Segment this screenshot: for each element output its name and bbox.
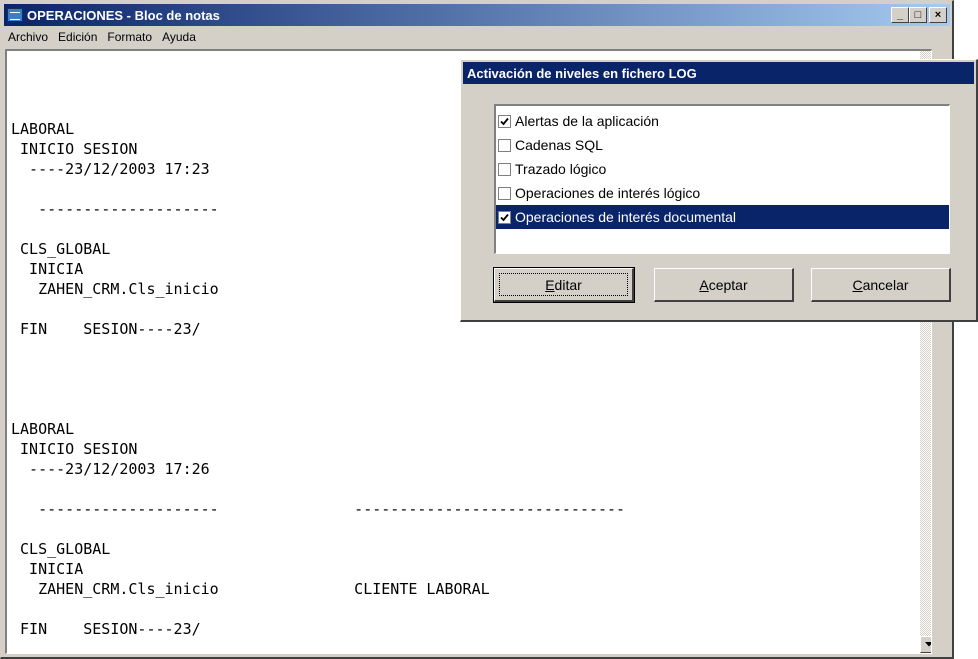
text-line	[11, 399, 625, 419]
checklist-item-label: Alertas de la aplicación	[515, 113, 659, 129]
edit-button[interactable]: Editar	[493, 267, 635, 303]
text-line: FIN SESION----23/	[11, 320, 201, 338]
menu-ayuda[interactable]: Ayuda	[158, 30, 202, 44]
checklist-item-label: Trazado lógico	[515, 161, 607, 177]
minimize-icon: _	[896, 8, 904, 21]
arrow-down-icon	[924, 642, 931, 647]
text-line	[11, 339, 625, 359]
notepad-title-bar[interactable]: OPERACIONES - Bloc de notas _ □ ×	[4, 4, 950, 26]
menu-bar: Archivo Edición Formato Ayuda	[4, 27, 202, 47]
checkmark-icon	[500, 117, 509, 125]
text-line: CLS_GLOBAL	[11, 540, 111, 558]
caption-buttons: _ □ ×	[891, 7, 947, 23]
scroll-down-button[interactable]	[920, 636, 931, 653]
checklist-item-label: Operaciones de interés lógico	[515, 185, 701, 201]
focus-indicator	[499, 273, 628, 296]
text-line: LABORAL	[11, 420, 75, 438]
log-levels-checklist[interactable]: Alertas de la aplicación Cadenas SQL Traza…	[494, 104, 950, 254]
text-line	[11, 519, 625, 539]
text-line: FIN SESION----23/	[11, 620, 201, 638]
close-icon: ×	[934, 8, 942, 21]
cancel-button[interactable]: Cancelar	[811, 268, 951, 302]
checklist-item[interactable]: Cadenas SQL	[496, 133, 949, 157]
accept-button-label: Aceptar	[699, 276, 748, 293]
log-levels-dialog: Activación de niveles en fichero LOG Ale…	[460, 59, 978, 322]
text-line	[11, 359, 625, 379]
menu-archivo[interactable]: Archivo	[4, 30, 54, 44]
dialog-title: Activación de niveles en fichero LOG	[467, 65, 697, 81]
checkbox[interactable]	[498, 210, 511, 224]
text-line	[11, 479, 625, 499]
checklist-item[interactable]: Operaciones de interés documental	[496, 205, 949, 229]
notepad-title: OPERACIONES - Bloc de notas	[27, 7, 220, 23]
cancel-button-label: Cancelar	[852, 276, 909, 293]
close-button[interactable]: ×	[929, 7, 947, 23]
text-line: -------------------- -------------------…	[11, 500, 626, 518]
checklist-item[interactable]: Alertas de la aplicación	[496, 109, 949, 133]
checkbox[interactable]	[498, 162, 511, 176]
text-line: ZAHEN_CRM.Cls_inicio CLIENTE LABORAL	[11, 580, 490, 598]
menu-edicion[interactable]: Edición	[54, 30, 103, 44]
maximize-icon: □	[914, 8, 922, 21]
text-line: INICIA	[11, 560, 84, 578]
text-line	[11, 599, 625, 619]
maximize-button[interactable]: □	[909, 7, 927, 23]
checkmark-icon	[500, 213, 509, 221]
text-line: ----23/12/2003 17:26	[11, 460, 210, 478]
checklist-item[interactable]: Trazado lógico	[496, 157, 949, 181]
text-line	[11, 379, 625, 399]
checklist-item[interactable]: Operaciones de interés lógico	[496, 181, 949, 205]
dialog-title-bar[interactable]: Activación de niveles en fichero LOG	[463, 62, 974, 84]
checkbox[interactable]	[498, 186, 511, 200]
checklist-item-label: Cadenas SQL	[515, 137, 603, 153]
accept-button[interactable]: Aceptar	[654, 268, 794, 302]
checkbox[interactable]	[498, 138, 511, 152]
checklist-item-label: Operaciones de interés documental	[515, 209, 737, 225]
text-line: INICIO SESION	[11, 440, 138, 458]
minimize-button[interactable]: _	[891, 7, 909, 23]
checkbox[interactable]	[498, 114, 511, 128]
notepad-app-icon[interactable]	[7, 8, 23, 22]
menu-formato[interactable]: Formato	[103, 30, 158, 44]
